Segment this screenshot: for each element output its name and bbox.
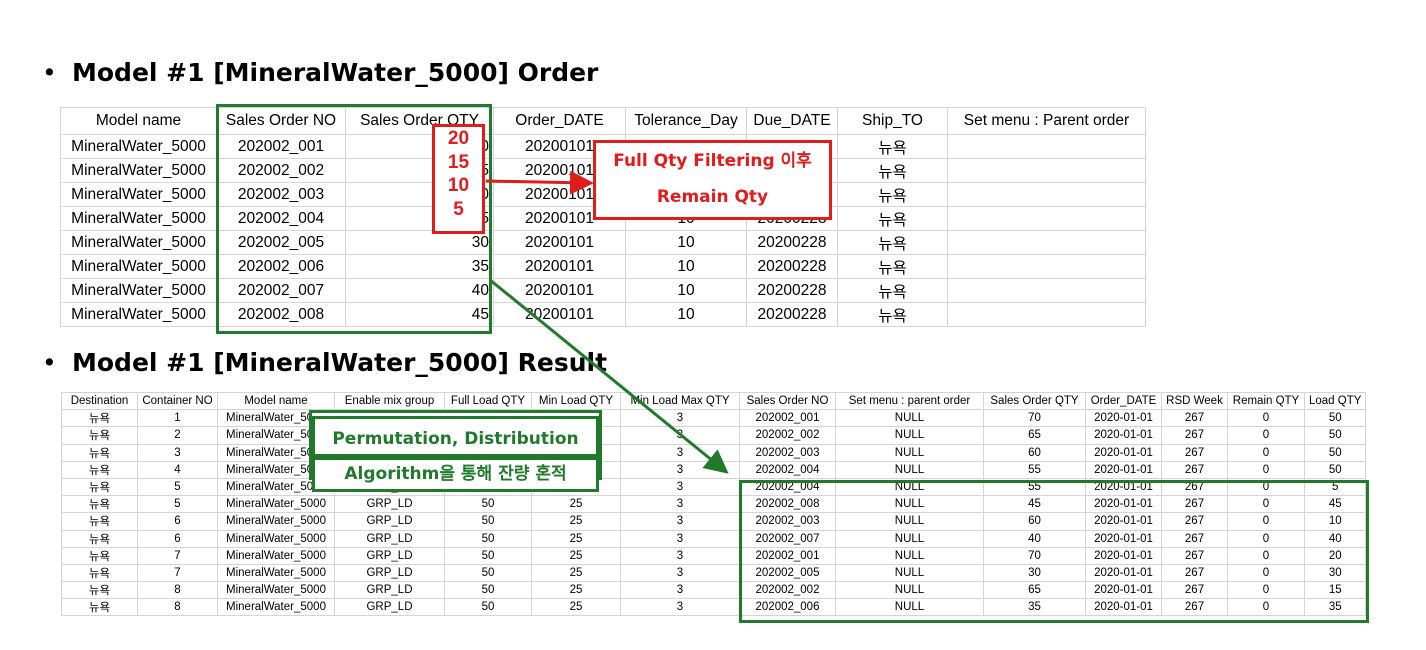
red-arrow <box>485 170 594 195</box>
green-arrow <box>489 278 729 474</box>
arrows-layer <box>485 170 729 474</box>
